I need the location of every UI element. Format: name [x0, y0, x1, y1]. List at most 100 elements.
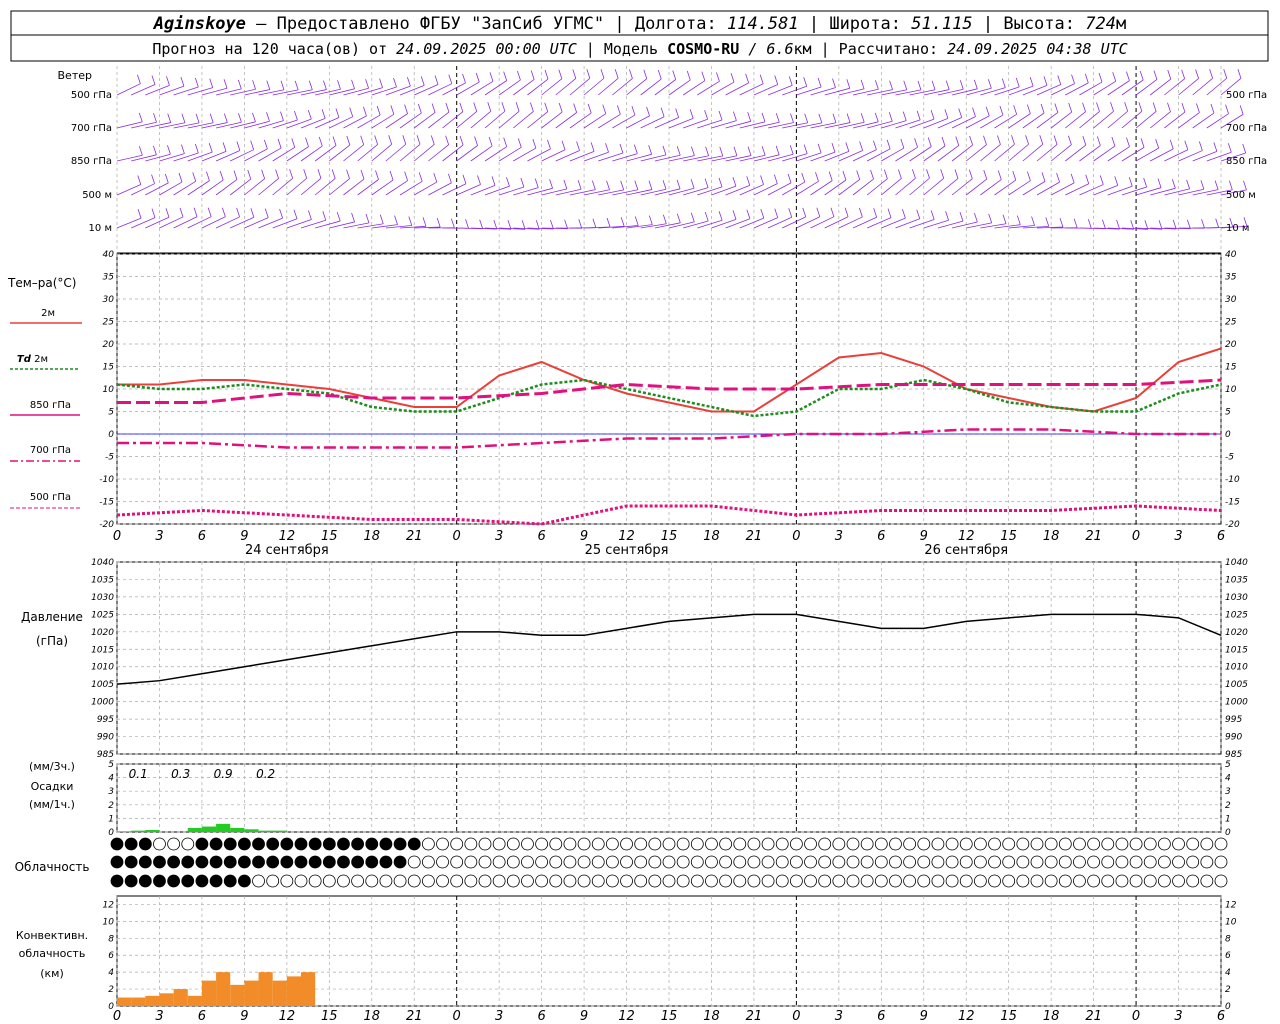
wind-barb-flag: [775, 145, 780, 155]
wind-barb-flag: [406, 77, 411, 87]
wind-barb: [1036, 84, 1061, 96]
wind-barb-flag: [520, 177, 525, 188]
temp-ytick-right: -15: [1225, 498, 1240, 508]
cloud-symbol: [266, 874, 280, 888]
wind-barb-flag: [1143, 177, 1148, 188]
cloud-symbol: [195, 874, 209, 888]
x-axis-temp: 0 3 6 9 12 15 18 21 0 3 6 9 12 15 18 21 0 3 6 9 12 15 18 21 0 3 6 2…: [113, 529, 1225, 558]
cloud-symbol: [549, 837, 563, 851]
precip-ytick-right: 0: [1225, 828, 1231, 838]
wind-barb-flag: [167, 113, 172, 123]
wind-barb-flag: [307, 110, 312, 120]
wind-barb-flag: [1016, 215, 1021, 225]
wind-barb-flag: [547, 139, 551, 150]
wind-barb: [201, 216, 226, 229]
conv-bar: [272, 980, 287, 1006]
wind-barb-flag: [289, 169, 293, 179]
cloud-symbol: [1172, 874, 1185, 888]
x-tick-temp: 3: [155, 529, 163, 544]
wind-barb-flag: [194, 143, 199, 154]
precip-bar: [187, 827, 202, 832]
wind-barb-flag: [153, 145, 157, 155]
wind-barb: [173, 122, 200, 129]
wind-barb-flag: [479, 219, 484, 229]
wind-barb-flag: [930, 210, 935, 220]
wind-barb-flag: [247, 169, 252, 180]
wind-barb-flag: [308, 210, 312, 220]
wind-barb: [329, 116, 353, 129]
x-tick-bottom: 15: [1000, 1009, 1017, 1024]
x-tick-bottom: 18: [703, 1009, 720, 1024]
conv-ytick-right: 8: [1225, 934, 1231, 944]
wind-barb-flag: [676, 146, 681, 156]
wind-barb: [711, 155, 738, 162]
wind-barb-flag: [137, 74, 141, 84]
wind-barb: [810, 151, 836, 162]
wind-barb-flag: [1200, 180, 1205, 190]
wind-barb: [923, 117, 949, 129]
wind-barb-flag: [903, 80, 908, 90]
wind-barb-flag: [662, 145, 667, 155]
wind-barb-flag: [293, 209, 298, 219]
cloud-symbol: [591, 855, 605, 869]
wind-barb: [343, 87, 369, 96]
wind-barb: [1107, 80, 1130, 96]
wind-barb: [314, 117, 340, 129]
precip-3h-label: 0.3: [171, 767, 190, 781]
conv-bar: [131, 997, 146, 1006]
wind-barb-flag: [349, 107, 354, 117]
cloud-symbol: [1157, 855, 1171, 869]
calc-time: 24.09.2025 04:38 UTC: [947, 40, 1128, 58]
cloud-symbol: [223, 837, 237, 851]
header-line1: Aginskoye – Предоставлено ФГБУ "ЗапСиб У…: [153, 14, 1126, 34]
cloud-symbol: [506, 874, 520, 888]
wind-barb: [187, 180, 210, 196]
wind-barb-flag: [250, 140, 255, 150]
x-tick-temp: 9: [920, 529, 928, 544]
temp-ytick-left: -15: [99, 498, 114, 508]
wind-barb-flag: [732, 210, 737, 220]
x-tick-bottom: 9: [580, 1009, 588, 1024]
wind-barb-flag: [801, 172, 806, 183]
wind-barb-flag: [730, 72, 735, 83]
x-tick-temp: 21: [406, 529, 423, 544]
temp-ytick-right: 25: [1225, 318, 1237, 328]
wind-barb-flag: [1011, 135, 1015, 145]
legend-td-lvl: 2м: [34, 354, 48, 365]
cloud-symbol: [1030, 855, 1044, 869]
wind-barb: [753, 183, 778, 196]
cloud-symbol: [747, 837, 761, 851]
cloud-symbol: [719, 855, 733, 869]
wind-level-3-right: 500 м: [1226, 190, 1256, 201]
wind-barb-flag: [760, 175, 764, 185]
wind-barb-flag: [1085, 174, 1090, 184]
wind-barb-flag: [332, 136, 337, 146]
pressure-panel: 1040 1040 1035 1035 1030 1030 1025 1025 1020 1020…: [91, 558, 1248, 760]
wind-barb-flag: [972, 107, 976, 117]
conv-ytick-right: 4: [1225, 968, 1231, 978]
cloud-symbol: [634, 837, 648, 851]
wind-barb-flag: [335, 108, 340, 118]
cloud-symbol: [492, 837, 506, 851]
cloud-symbol: [492, 874, 506, 888]
wind-barb-flag: [360, 169, 365, 180]
x-tick-bottom: 6: [877, 1009, 885, 1024]
wind-barb: [201, 150, 227, 162]
pressure-ytick-right: 1040: [1225, 558, 1248, 568]
wind-barb-flag: [379, 214, 384, 224]
wind-barb-flag: [1181, 69, 1186, 79]
x-tick-bottom: 9: [920, 1009, 928, 1024]
wind-barb-flag: [250, 208, 255, 218]
wind-barb-flag: [336, 211, 341, 222]
wind-barb-flag: [1158, 220, 1163, 230]
wind-barb-flag: [374, 135, 379, 145]
wind-barb: [583, 189, 610, 196]
wind-barb-flag: [1070, 173, 1075, 184]
wind-barb: [810, 180, 833, 196]
precip-bar: [131, 830, 146, 832]
cloud-symbol: [775, 837, 789, 851]
date-label: 26 сентября: [924, 543, 1008, 558]
wind-barb-flag: [832, 113, 837, 123]
pressure-ytick-left: 1010: [91, 663, 114, 673]
x-tick-bottom: 18: [1043, 1009, 1060, 1024]
